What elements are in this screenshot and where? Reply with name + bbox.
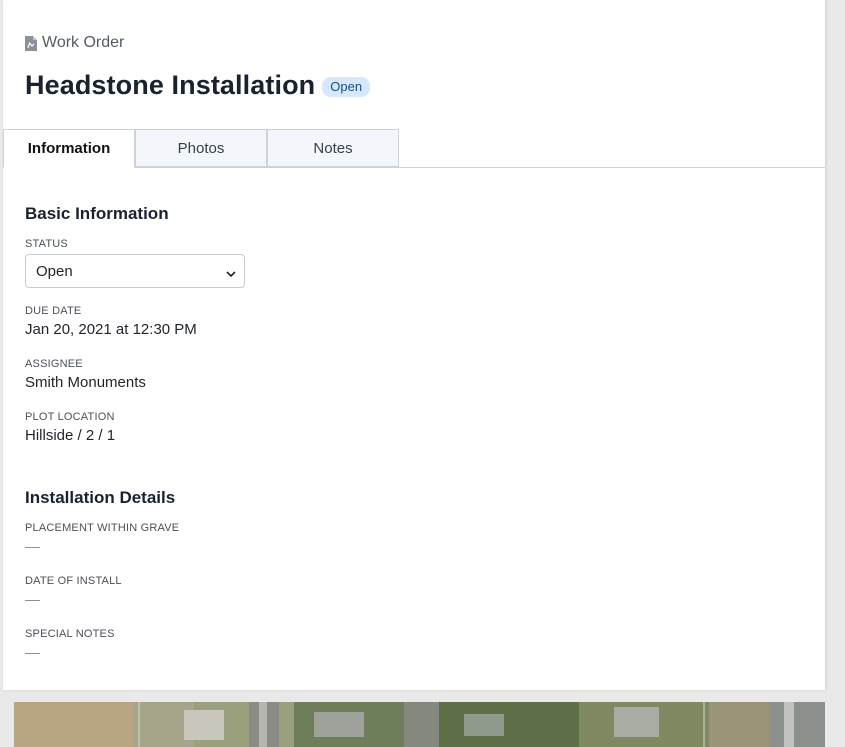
tab-photos[interactable]: Photos — [135, 129, 267, 167]
placement-empty-value — [25, 547, 40, 548]
work-order-panel: Work Order Headstone Installation Open I… — [3, 0, 825, 690]
status-badge: Open — [322, 76, 371, 97]
tab-photos-label: Photos — [177, 139, 225, 157]
page-title: Headstone Installation — [25, 70, 316, 100]
assignee-label: ASSIGNEE — [25, 358, 83, 370]
due-date-label: DUE DATE — [25, 305, 82, 317]
tab-notes[interactable]: Notes — [267, 129, 399, 167]
satellite-map[interactable] — [14, 702, 825, 747]
tab-information[interactable]: Information — [3, 129, 135, 168]
document-icon — [25, 35, 37, 51]
basic-information-heading: Basic Information — [25, 204, 169, 223]
chevron-down-icon — [226, 266, 236, 283]
tab-information-label: Information — [27, 140, 111, 157]
installation-details-heading: Installation Details — [25, 488, 176, 507]
tab-notes-label: Notes — [313, 139, 353, 157]
plot-location-value: Hillside / 2 / 1 — [25, 427, 116, 444]
special-notes-label: SPECIAL NOTES — [25, 628, 115, 640]
date-of-install-label: DATE OF INSTALL — [25, 575, 122, 587]
due-date-value: Jan 20, 2021 at 12:30 PM — [25, 321, 197, 338]
map-imagery — [14, 702, 825, 747]
status-select-value: Open — [36, 262, 73, 280]
kicker-label: Work Order — [42, 34, 125, 51]
status-label: STATUS — [25, 238, 68, 250]
special-notes-empty-value — [25, 653, 40, 654]
status-select[interactable]: Open — [25, 254, 245, 288]
assignee-value: Smith Monuments — [25, 374, 146, 391]
date-of-install-empty-value — [25, 600, 40, 601]
plot-location-label: PLOT LOCATION — [25, 411, 115, 423]
tab-bar: Information Photos Notes — [3, 129, 825, 168]
title-row: Headstone Installation Open — [25, 70, 371, 101]
work-order-kicker: Work Order — [25, 34, 124, 52]
placement-label: PLACEMENT WITHIN GRAVE — [25, 522, 180, 534]
